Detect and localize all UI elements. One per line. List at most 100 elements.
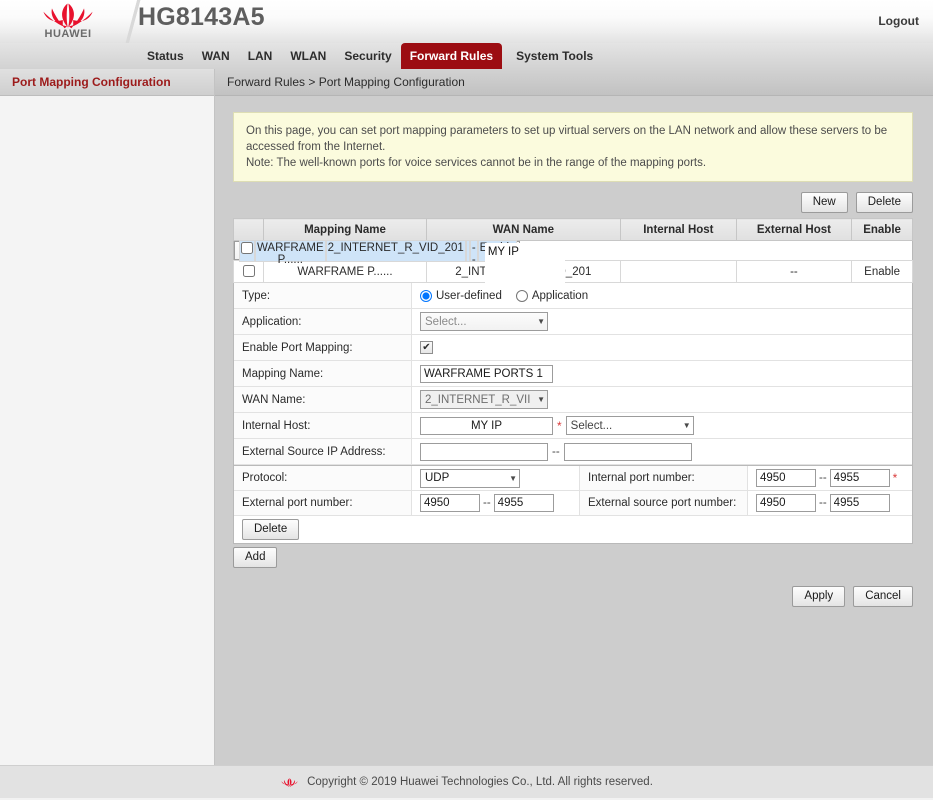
- port-mapping-table: Mapping Name WAN Name Internal Host Exte…: [232, 218, 913, 283]
- label-internal-port: Internal port number:: [580, 466, 748, 490]
- internal-host-required-mark: *: [557, 418, 562, 433]
- nav-item-system-tools[interactable]: System Tools: [507, 43, 602, 69]
- label-mapping-name: Mapping Name:: [234, 361, 412, 386]
- row-external-host: --: [735, 260, 853, 283]
- internal-host-select-value: Select...: [570, 419, 613, 432]
- label-internal-host: Internal Host:: [234, 413, 412, 438]
- new-button[interactable]: New: [800, 192, 848, 213]
- column-header-internal-host: Internal Host: [620, 218, 737, 241]
- table-row[interactable]: WARFRAME P...... 2_INTERNET_R_VID_201 MY…: [234, 239, 565, 283]
- port-row-delete: Delete: [234, 516, 912, 543]
- internal-port-to-input[interactable]: [829, 469, 890, 487]
- external-source-ip-value: --: [412, 439, 912, 464]
- protocol-select-value: UDP: [425, 472, 450, 484]
- wan-name-select[interactable]: 2_INTERNET_R_VII ▼: [420, 390, 548, 409]
- external-port-from-input[interactable]: [420, 494, 480, 512]
- nav-item-wan[interactable]: WAN: [193, 43, 239, 69]
- wan-name-select-value: 2_INTERNET_R_VII: [425, 393, 531, 406]
- internal-host-select[interactable]: Select... ▼: [565, 416, 694, 435]
- row-select-cell[interactable]: [239, 239, 255, 262]
- notice-line-2: Note: The well-known ports for voice ser…: [246, 157, 707, 169]
- internal-host-redaction: MY IP: [484, 242, 565, 283]
- apply-button[interactable]: Apply: [792, 586, 846, 607]
- port-mapping-form: Type: User-defined Application Applicati…: [233, 283, 913, 544]
- label-application: Application:: [234, 309, 412, 334]
- form-row-external-source-ip: External Source IP Address: --: [234, 439, 912, 465]
- form-row-internal-host: Internal Host: * Select... ▼: [234, 413, 912, 439]
- nav-item-wlan[interactable]: WLAN: [281, 43, 335, 69]
- chevron-down-icon: ▼: [682, 421, 691, 430]
- row-select-cell[interactable]: [232, 260, 265, 283]
- form-row-mapping-name: Mapping Name:: [234, 361, 912, 387]
- form-row-enable-port-mapping: Enable Port Mapping: ✔: [234, 335, 912, 361]
- form-row-type: Type: User-defined Application: [234, 283, 912, 309]
- form-row-application: Application: Select... ▼: [234, 309, 912, 335]
- label-enable-port-mapping: Enable Port Mapping:: [234, 335, 412, 360]
- copyright-text: Copyright © 2019 Huawei Technologies Co.…: [307, 776, 653, 788]
- mapping-name-value: [412, 361, 912, 386]
- internal-port-from-input[interactable]: [756, 469, 816, 487]
- radio-application-input[interactable]: [515, 289, 528, 302]
- radio-user-defined[interactable]: User-defined: [420, 289, 502, 302]
- column-header-external-host: External Host: [735, 218, 853, 241]
- row-checkbox[interactable]: [241, 241, 253, 254]
- nav-item-lan[interactable]: LAN: [239, 43, 282, 69]
- radio-user-defined-input[interactable]: [420, 289, 432, 302]
- internal-host-input[interactable]: [420, 416, 553, 435]
- cancel-button[interactable]: Cancel: [853, 586, 913, 607]
- form-row-wan-name: WAN Name: 2_INTERNET_R_VII ▼: [234, 387, 912, 413]
- add-row-container: Add: [233, 547, 913, 568]
- content-inner: On this page, you can set port mapping p…: [215, 96, 933, 607]
- external-source-port-value: --: [748, 491, 912, 515]
- sidebar: Port Mapping Configuration: [0, 69, 215, 765]
- internal-host-value: * Select... ▼: [412, 413, 912, 438]
- page-header: HUAWEI HG8143A5 Logout: [0, 0, 933, 43]
- external-source-port-to-input[interactable]: [829, 494, 890, 512]
- delete-port-row-button[interactable]: Delete: [242, 519, 300, 540]
- range-separator: --: [552, 445, 560, 458]
- external-source-ip-from-input[interactable]: [420, 442, 548, 461]
- add-button[interactable]: Add: [233, 547, 278, 568]
- enable-port-mapping-checkbox[interactable]: ✔: [420, 341, 433, 354]
- row-checkbox[interactable]: [242, 265, 255, 278]
- table-row[interactable]: WARFRAME P...... 2_INTERNET_R_VID_201 --…: [232, 260, 913, 283]
- range-separator: --: [819, 497, 827, 509]
- main-navigation: Status WAN LAN WLAN Security Forward Rul…: [0, 43, 933, 74]
- internal-port-required-mark: *: [892, 471, 898, 485]
- label-external-source-ip: External Source IP Address:: [234, 439, 412, 464]
- table-action-bar: New Delete: [233, 192, 913, 213]
- external-port-value: --: [412, 491, 580, 515]
- column-header-mapping-name: Mapping Name: [263, 218, 427, 241]
- row-wan-name: 2_INTERNET_R_VID_201: [325, 239, 466, 262]
- main-content: Forward Rules > Port Mapping Configurati…: [215, 69, 933, 765]
- nav-item-security[interactable]: Security: [335, 43, 400, 69]
- row-enable-link[interactable]: Enable: [851, 260, 913, 283]
- delete-button[interactable]: Delete: [855, 192, 913, 213]
- label-wan-name: WAN Name:: [234, 387, 412, 412]
- external-source-ip-to-input[interactable]: [563, 442, 692, 461]
- column-header-select: [232, 218, 265, 241]
- check-icon: ✔: [422, 341, 431, 353]
- application-select-value: Select...: [425, 315, 467, 328]
- sidebar-item-port-mapping-configuration[interactable]: Port Mapping Configuration: [0, 69, 214, 96]
- column-header-wan-name: WAN Name: [425, 218, 622, 241]
- nav-item-forward-rules[interactable]: Forward Rules: [400, 43, 503, 69]
- application-select[interactable]: Select... ▼: [420, 312, 548, 331]
- nav-item-status[interactable]: Status: [138, 43, 193, 69]
- page-title: HG8143A5: [138, 3, 265, 31]
- huawei-logo: HUAWEI: [18, 0, 118, 43]
- notice-line-1: On this page, you can set port mapping p…: [246, 125, 888, 153]
- brand-label: HUAWEI: [44, 28, 92, 40]
- radio-application[interactable]: Application: [515, 289, 589, 302]
- huawei-fan-icon: [43, 3, 93, 29]
- row-mapping-name: WARFRAME P......: [255, 239, 326, 266]
- enable-port-mapping-value: ✔: [412, 335, 912, 360]
- radio-application-label: Application: [531, 289, 589, 302]
- external-source-port-from-input[interactable]: [756, 494, 816, 512]
- mapping-name-input[interactable]: [420, 364, 553, 383]
- external-port-to-input[interactable]: [493, 494, 554, 512]
- logout-link[interactable]: Logout: [878, 14, 919, 28]
- protocol-value: UDP ▼: [412, 466, 580, 490]
- protocol-select[interactable]: UDP ▼: [420, 468, 520, 488]
- huawei-fan-icon: [281, 777, 298, 787]
